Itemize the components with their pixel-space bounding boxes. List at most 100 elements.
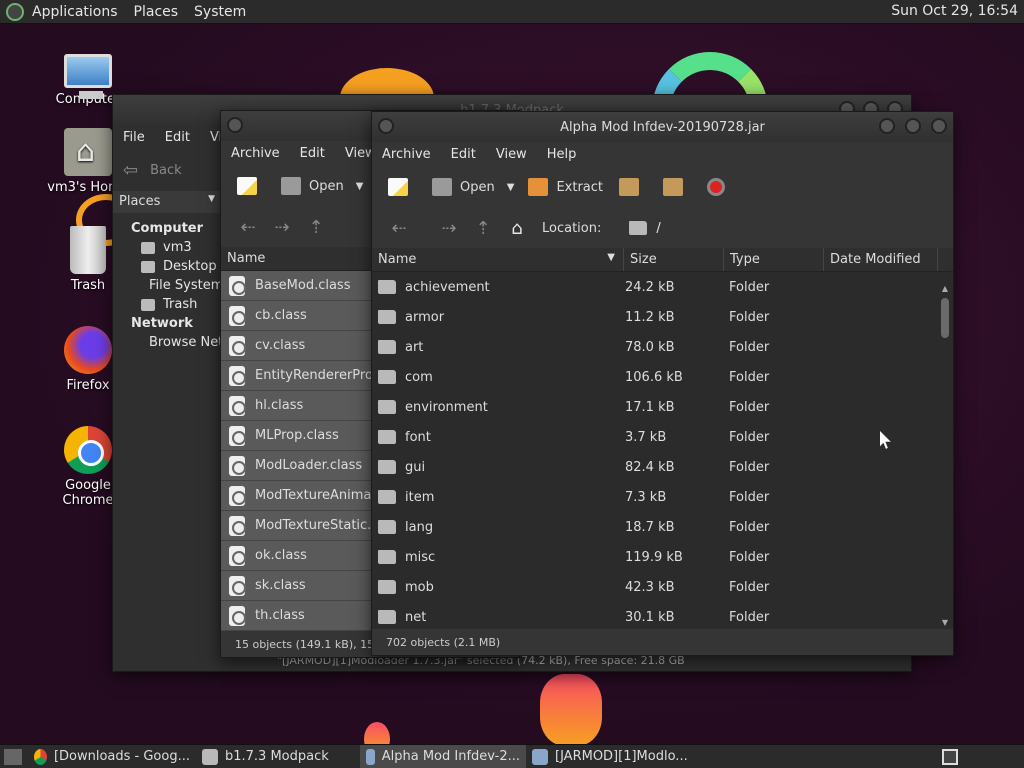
folder-icon bbox=[378, 280, 396, 294]
folder-row[interactable]: environment 17.1 kB Folder bbox=[372, 392, 953, 422]
scroll-up-arrow-icon[interactable]: ▲ bbox=[939, 284, 951, 294]
folder-type: Folder bbox=[729, 459, 770, 475]
window-menu-button[interactable] bbox=[227, 117, 243, 133]
location-path[interactable]: / bbox=[656, 221, 660, 236]
chevron-down-icon: ▼ bbox=[208, 194, 215, 204]
menu-archive[interactable]: Archive bbox=[221, 146, 290, 161]
folder-size: 78.0 kB bbox=[625, 339, 675, 355]
back-arrow-icon[interactable]: ⇠ bbox=[382, 218, 416, 239]
sidebar-places-selector[interactable]: Places ▼ bbox=[113, 191, 221, 213]
menu-edit[interactable]: Edit bbox=[441, 147, 486, 162]
menu-view[interactable]: View bbox=[486, 147, 537, 162]
taskbar-button[interactable]: Alpha Mod Infdev-2... bbox=[360, 744, 526, 768]
home-icon[interactable]: ⌂ bbox=[500, 218, 534, 239]
folder-row[interactable]: misc 119.9 kB Folder bbox=[372, 542, 953, 572]
sidebar-item-browse-network[interactable]: Browse Network bbox=[113, 331, 255, 350]
wallpaper-blob-shape bbox=[364, 722, 390, 744]
open-archive-icon bbox=[281, 177, 301, 195]
archive-window-alpha-mod[interactable]: Alpha Mod Infdev-20190728.jar Archive Ed… bbox=[371, 111, 954, 656]
folder-icon bbox=[378, 490, 396, 504]
add-files-button[interactable] bbox=[611, 171, 655, 203]
file-list: achievement 24.2 kB Folder armor 11.2 kB Fold… bbox=[372, 272, 953, 632]
sidebar-item-file-system[interactable]: File System bbox=[113, 274, 223, 293]
folder-type: Folder bbox=[729, 609, 770, 625]
folder-row[interactable]: mob 42.3 kB Folder bbox=[372, 572, 953, 602]
column-header-type[interactable]: Type bbox=[724, 248, 824, 271]
forward-arrow-icon[interactable]: ⇢ bbox=[432, 218, 466, 239]
folder-row[interactable]: font 3.7 kB Folder bbox=[372, 422, 953, 452]
new-archive-button[interactable] bbox=[229, 170, 273, 202]
panel-clock[interactable]: Sun Oct 29, 16:54 bbox=[891, 3, 1018, 19]
open-dropdown-chevron-icon[interactable]: ▼ bbox=[350, 181, 370, 192]
minimize-button[interactable] bbox=[879, 118, 895, 134]
folder-row[interactable]: item 7.3 kB Folder bbox=[372, 482, 953, 512]
statusbar: 702 objects (2.1 MB) bbox=[372, 629, 953, 655]
open-dropdown-chevron-icon[interactable]: ▼ bbox=[501, 182, 521, 193]
open-button[interactable]: Open bbox=[424, 171, 503, 203]
class-file-icon bbox=[229, 545, 246, 566]
toolbar: Open ▼ Extract bbox=[372, 166, 953, 208]
forward-arrow-icon[interactable]: ⇢ bbox=[265, 217, 299, 238]
sort-descending-icon: ▼ bbox=[607, 252, 615, 263]
folder-icon bbox=[378, 610, 396, 624]
extract-button[interactable]: Extract bbox=[520, 171, 611, 203]
scroll-down-arrow-icon[interactable]: ▼ bbox=[939, 618, 951, 628]
new-archive-icon bbox=[388, 178, 408, 196]
up-arrow-icon[interactable]: ⇡ bbox=[466, 218, 500, 239]
computer-icon bbox=[64, 54, 112, 99]
folder-size: 42.3 kB bbox=[625, 579, 675, 595]
top-panel: Applications Places System Sun Oct 29, 1… bbox=[0, 0, 1024, 24]
folder-row[interactable]: armor 11.2 kB Folder bbox=[372, 302, 953, 332]
scrollbar-thumb[interactable] bbox=[941, 298, 949, 338]
maximize-button[interactable] bbox=[905, 118, 921, 134]
class-file-icon bbox=[229, 335, 246, 356]
back-button[interactable]: ⇦ Back bbox=[113, 149, 221, 191]
add-folder-button[interactable] bbox=[655, 171, 699, 203]
column-header-date-modified[interactable]: Date Modified bbox=[824, 248, 938, 271]
folder-row[interactable]: net 30.1 kB Folder bbox=[372, 602, 953, 632]
column-header-size[interactable]: Size bbox=[624, 248, 724, 271]
vertical-scrollbar[interactable]: ▲ ▼ bbox=[939, 284, 951, 628]
back-arrow-icon: ⇦ bbox=[123, 159, 139, 181]
folder-size: 119.9 kB bbox=[625, 549, 683, 565]
menubar: Archive Edit View Help bbox=[372, 142, 953, 166]
file-list-header: Name ▼ Size Type Date Modified bbox=[372, 248, 953, 272]
folder-row[interactable]: achievement 24.2 kB Folder bbox=[372, 272, 953, 302]
class-file-icon bbox=[229, 605, 246, 626]
stop-button[interactable] bbox=[699, 171, 741, 203]
class-file-icon bbox=[229, 275, 246, 296]
folder-name: art bbox=[405, 339, 424, 355]
workspace-switcher[interactable] bbox=[942, 749, 958, 765]
distro-logo-icon[interactable] bbox=[6, 2, 24, 21]
open-button[interactable]: Open bbox=[273, 170, 352, 202]
applications-menu[interactable]: Applications bbox=[24, 4, 126, 20]
menu-help[interactable]: Help bbox=[537, 147, 587, 162]
sidebar-item-desktop[interactable]: Desktop bbox=[113, 255, 221, 274]
taskbar-button[interactable]: b1.7.3 Modpack bbox=[196, 745, 360, 768]
close-button[interactable] bbox=[931, 118, 947, 134]
sidebar-item-vm3[interactable]: vm3 bbox=[113, 236, 221, 255]
show-desktop-button[interactable] bbox=[4, 748, 22, 765]
new-archive-button[interactable] bbox=[380, 171, 424, 203]
menu-archive[interactable]: Archive bbox=[372, 147, 441, 162]
chrome-icon bbox=[64, 426, 112, 474]
menu-file[interactable]: File bbox=[113, 130, 155, 145]
folder-type: Folder bbox=[729, 549, 770, 565]
back-arrow-icon[interactable]: ⇠ bbox=[231, 217, 265, 238]
column-header-name[interactable]: Name ▼ bbox=[372, 248, 624, 271]
folder-row[interactable]: com 106.6 kB Folder bbox=[372, 362, 953, 392]
menu-edit[interactable]: Edit bbox=[290, 146, 335, 161]
window-menu-button[interactable] bbox=[378, 118, 394, 134]
sidebar-item-trash[interactable]: Trash bbox=[113, 293, 221, 312]
folder-row[interactable]: lang 18.7 kB Folder bbox=[372, 512, 953, 542]
folder-row[interactable]: gui 82.4 kB Folder bbox=[372, 452, 953, 482]
taskbar-button[interactable]: [JARMOD][1]Modlo... bbox=[526, 745, 694, 768]
up-arrow-icon[interactable]: ⇡ bbox=[299, 217, 333, 238]
taskbar-button[interactable]: [Downloads - Goog... bbox=[28, 745, 196, 768]
add-files-icon bbox=[619, 178, 639, 196]
window-titlebar[interactable]: Alpha Mod Infdev-20190728.jar bbox=[372, 112, 953, 142]
places-menu[interactable]: Places bbox=[126, 4, 187, 20]
system-menu[interactable]: System bbox=[186, 4, 254, 20]
menu-edit[interactable]: Edit bbox=[155, 130, 200, 145]
folder-row[interactable]: art 78.0 kB Folder bbox=[372, 332, 953, 362]
